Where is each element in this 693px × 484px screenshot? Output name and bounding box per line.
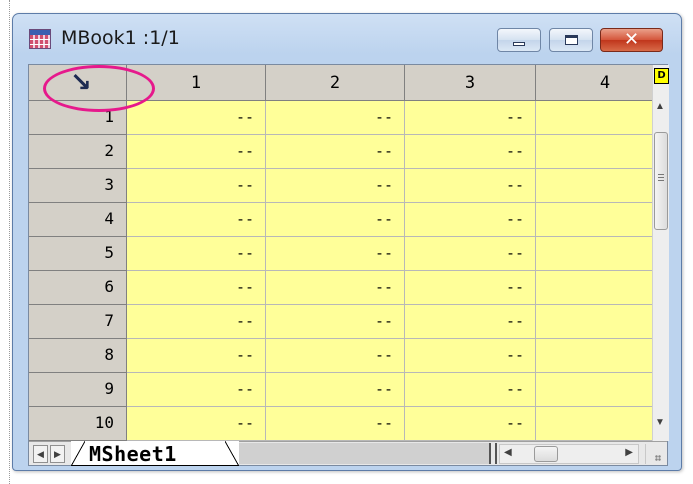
row-header[interactable]: 6 [29,271,127,305]
scroll-left-icon[interactable]: ◀ [504,447,512,458]
table-cell[interactable]: - [536,169,652,203]
table-row: 4------- [29,203,652,237]
table-cell[interactable]: -- [405,339,536,373]
table-cell[interactable]: -- [127,271,266,305]
table-cell[interactable]: -- [266,169,405,203]
tab-scroll-splitter[interactable] [489,443,497,464]
table-row: 7------- [29,305,652,339]
grip-icon [658,174,664,175]
row-header[interactable]: 4 [29,203,127,237]
table-row: 8------- [29,339,652,373]
expand-columns-button[interactable]: D [654,68,669,84]
tab-edge-left [71,441,85,466]
row-header[interactable]: 9 [29,373,127,407]
table-cell[interactable]: -- [266,271,405,305]
table-cell[interactable]: -- [266,339,405,373]
table-cell[interactable]: -- [127,135,266,169]
table-cell[interactable]: -- [127,169,266,203]
tab-edge-right [225,441,239,466]
table-cell[interactable]: -- [405,305,536,339]
maximize-icon [564,35,578,45]
scroll-down-icon[interactable]: ▼ [655,417,665,428]
horizontal-scroll-thumb[interactable] [534,446,558,462]
worksheet-grid: ↘ 1 2 3 4 1-------2-------3-------4-----… [29,65,652,441]
column-header-4[interactable]: 4 [536,65,652,101]
table-cell[interactable]: -- [127,237,266,271]
close-button[interactable]: ✕ [600,28,663,52]
tab-area-blank [239,443,489,464]
window-title: MBook1 :1/1 [61,27,180,49]
column-header-2[interactable]: 2 [266,65,405,101]
row-header[interactable]: 3 [29,169,127,203]
table-cell[interactable]: - [536,203,652,237]
table-cell[interactable]: -- [127,339,266,373]
triangle-left-icon: ◀ [37,449,44,459]
table-cell[interactable]: -- [127,407,266,441]
table-cell[interactable]: -- [405,373,536,407]
table-cell[interactable]: -- [266,203,405,237]
table-cell[interactable]: -- [266,407,405,441]
table-cell[interactable]: -- [127,373,266,407]
table-cell[interactable]: -- [127,305,266,339]
table-row: 10------- [29,407,652,441]
scroll-right-icon[interactable]: ▶ [625,447,633,458]
table-cell[interactable]: -- [266,373,405,407]
next-sheet-button[interactable]: ▶ [50,445,65,463]
table-cell[interactable]: -- [405,135,536,169]
table-cell[interactable]: -- [405,203,536,237]
resize-grip-icon[interactable] [645,444,665,464]
workbook-icon [29,29,51,49]
table-cell[interactable]: - [536,101,652,135]
row-header[interactable]: 10 [29,407,127,441]
table-cell[interactable]: -- [405,407,536,441]
minimize-button[interactable] [497,28,541,52]
table-cell[interactable]: -- [127,101,266,135]
table-cell[interactable]: - [536,407,652,441]
row-header[interactable]: 5 [29,237,127,271]
table-cell[interactable]: - [536,339,652,373]
vertical-scrollbar[interactable]: D ▲ ▼ [652,65,669,441]
table-cell[interactable]: -- [127,203,266,237]
table-cell[interactable]: -- [405,169,536,203]
table-row: 2------- [29,135,652,169]
table-cell[interactable]: - [536,305,652,339]
sheet-tab-bar: ◀ ▶ MSheet1 ◀ ▶ [29,441,667,466]
table-cell[interactable]: - [536,237,652,271]
sheet-tab-msheet1[interactable]: MSheet1 [71,441,239,466]
table-cell[interactable]: - [536,373,652,407]
table-cell[interactable]: -- [405,237,536,271]
sheet-tab-label: MSheet1 [89,442,177,466]
row-header[interactable]: 7 [29,305,127,339]
grid-rows: 1-------2-------3-------4-------5-------… [29,101,652,441]
highlight-ring-annotation [43,65,155,112]
horizontal-scrollbar[interactable]: ◀ ▶ [499,444,639,464]
table-row: 3------- [29,169,652,203]
table-cell[interactable]: -- [266,237,405,271]
table-cell[interactable]: -- [266,305,405,339]
table-row: 5------- [29,237,652,271]
table-row: 6------- [29,271,652,305]
prev-sheet-button[interactable]: ◀ [33,445,48,463]
row-header[interactable]: 8 [29,339,127,373]
row-header[interactable]: 2 [29,135,127,169]
minimize-icon [513,42,525,46]
maximize-button[interactable] [549,28,593,52]
table-cell[interactable]: -- [405,101,536,135]
title-bar[interactable]: MBook1 :1/1 ✕ [13,14,681,64]
worksheet-client: ↘ 1 2 3 4 1-------2-------3-------4-----… [28,64,669,466]
triangle-right-icon: ▶ [54,449,61,459]
table-cell[interactable]: -- [405,271,536,305]
page-edge-ruler [0,0,10,484]
table-cell[interactable]: - [536,271,652,305]
table-cell[interactable]: -- [266,135,405,169]
close-icon: ✕ [623,29,640,50]
table-cell[interactable]: -- [266,101,405,135]
table-row: 9------- [29,373,652,407]
workbook-window: MBook1 :1/1 ✕ ↘ 1 2 3 4 1-------2-------… [12,13,682,471]
table-cell[interactable]: - [536,135,652,169]
scroll-up-icon[interactable]: ▲ [655,101,665,112]
vertical-scroll-thumb[interactable] [654,132,668,230]
column-header-3[interactable]: 3 [405,65,536,101]
